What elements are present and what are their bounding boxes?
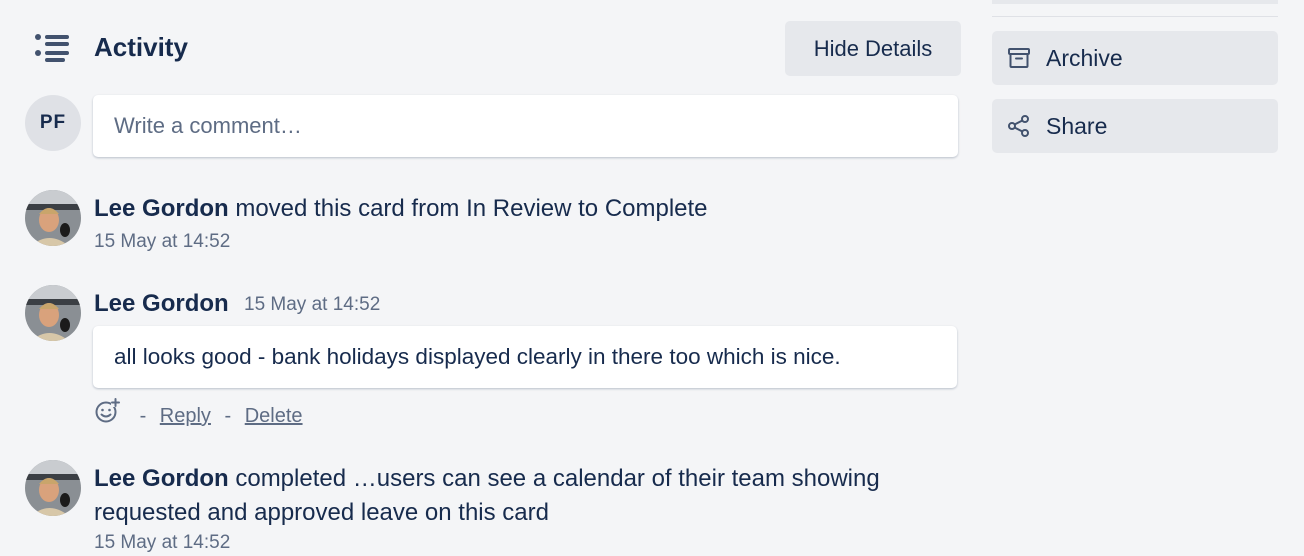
comment-text: all looks good - bank holidays displayed… (114, 344, 841, 369)
archive-button[interactable]: Archive (992, 31, 1278, 85)
action-text: moved this card from In Review to Comple… (235, 195, 708, 222)
hide-details-button[interactable]: Hide Details (785, 21, 961, 76)
activity-entry-text: Lee Gordon completed …users can see a ca… (94, 462, 880, 496)
sidebar-button-partial[interactable] (992, 0, 1278, 4)
timestamp[interactable]: 15 May at 14:52 (244, 292, 380, 318)
timestamp[interactable]: 15 May at 14:52 (94, 530, 230, 556)
archive-icon (1008, 48, 1030, 68)
user-avatar[interactable] (25, 285, 81, 341)
sidebar-divider (992, 16, 1278, 17)
delete-link[interactable]: Delete (245, 405, 303, 427)
share-button[interactable]: Share (992, 99, 1278, 153)
share-label: Share (1046, 113, 1108, 139)
user-avatar[interactable] (25, 190, 81, 246)
activity-list-icon (34, 32, 72, 64)
comment-bubble: all looks good - bank holidays displayed… (93, 326, 957, 388)
reply-link[interactable]: Reply (160, 405, 211, 427)
separator: - (224, 404, 232, 427)
share-icon (1008, 115, 1029, 137)
comment-box[interactable] (93, 95, 958, 157)
user-name[interactable]: Lee Gordon (94, 195, 229, 222)
user-name[interactable]: Lee Gordon (94, 287, 229, 321)
comment-input[interactable] (93, 95, 958, 157)
current-user-avatar[interactable]: PF (25, 95, 81, 151)
timestamp[interactable]: 15 May at 14:52 (94, 229, 230, 255)
archive-label: Archive (1046, 45, 1123, 71)
activity-title: Activity (94, 32, 188, 62)
action-text: completed …users can see a calendar of t… (235, 465, 880, 492)
activity-entry-text: Lee Gordon moved this card from In Revie… (94, 192, 708, 226)
add-reaction-icon[interactable] (94, 398, 120, 435)
action-text-continued: requested and approved leave on this car… (94, 499, 549, 526)
comment-actions: - Reply - Delete (94, 398, 303, 432)
user-name[interactable]: Lee Gordon (94, 465, 229, 492)
separator: - (139, 404, 147, 427)
user-avatar[interactable] (25, 460, 81, 516)
